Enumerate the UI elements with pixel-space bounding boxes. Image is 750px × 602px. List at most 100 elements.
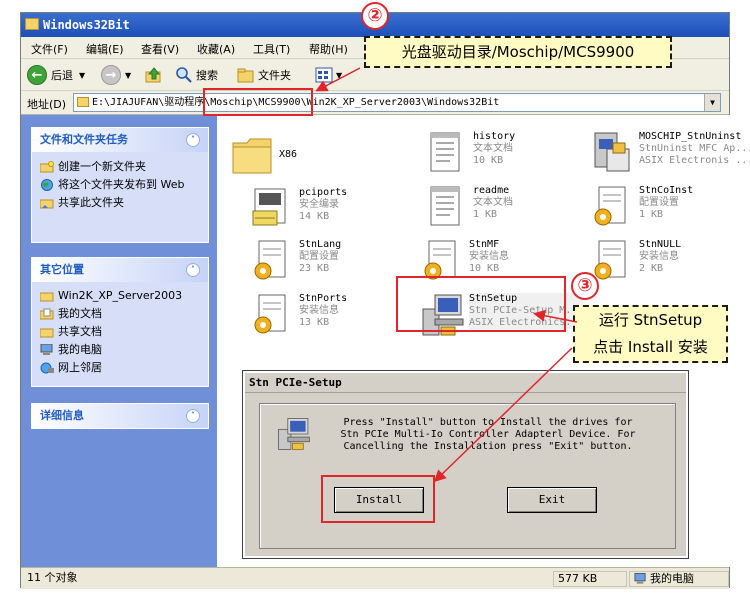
folders-label: 文件夹 bbox=[258, 69, 291, 82]
collapse-icon[interactable]: ˄ bbox=[186, 263, 200, 277]
shared-folder-icon bbox=[40, 199, 54, 209]
up-folder-button[interactable] bbox=[145, 63, 166, 87]
exit-button[interactable]: Exit bbox=[507, 487, 597, 513]
status-location: 我的电脑 bbox=[629, 571, 729, 587]
menu-tools[interactable]: 工具(T) bbox=[253, 41, 290, 57]
file-type: 配置设置 bbox=[639, 197, 679, 208]
dialog-title[interactable]: Stn PCIe-Setup bbox=[245, 373, 686, 393]
my-documents-icon bbox=[40, 308, 54, 320]
place-my-documents[interactable]: 我的文档 bbox=[32, 305, 208, 323]
forward-button[interactable]: → ▼ bbox=[101, 63, 131, 87]
new-folder-link[interactable]: 创建一个新文件夹 bbox=[32, 158, 208, 176]
status-location-label: 我的电脑 bbox=[650, 572, 694, 585]
file-item-pciports[interactable]: pciports 安全编录 14 KB bbox=[251, 185, 416, 237]
file-tasks-header[interactable]: 文件和文件夹任务 ˄ bbox=[32, 128, 208, 152]
file-name: StnCoInst bbox=[639, 185, 694, 196]
dialog-message: Press "Install" button to Install the dr… bbox=[340, 417, 636, 452]
chevron-down-icon: ▼ bbox=[125, 70, 132, 80]
file-item-readme[interactable]: readme 文本文档 1 KB bbox=[425, 183, 590, 235]
step-2-marker: ② bbox=[361, 2, 389, 30]
share-folder-label: 共享此文件夹 bbox=[58, 196, 124, 209]
address-dropdown-icon[interactable]: ▼ bbox=[704, 94, 720, 111]
file-size: 13 KB bbox=[299, 317, 330, 328]
file-size: 2 KB bbox=[639, 263, 664, 274]
publish-web-link[interactable]: 将这个文件夹发布到 Web bbox=[32, 176, 208, 194]
place-label: 共享文档 bbox=[58, 325, 102, 338]
folder-icon bbox=[25, 18, 39, 30]
menu-view[interactable]: 查看(V) bbox=[141, 41, 179, 57]
file-name: MOSCHIP_StnUninst bbox=[639, 131, 742, 142]
file-item-stnnull[interactable]: StnNULL 安装信息 2 KB bbox=[591, 237, 750, 289]
address-bar: 地址(D) E:\JIAJUFAN\驱动程序\Moschip\MCS9900\W… bbox=[21, 91, 729, 115]
install-highlight-box bbox=[321, 475, 435, 523]
status-size: 577 KB bbox=[553, 571, 627, 587]
file-item-stncoinst[interactable]: StnCoInst 配置设置 1 KB bbox=[591, 183, 750, 235]
back-label: 后退 bbox=[51, 69, 73, 82]
folders-button[interactable]: 文件夹 bbox=[237, 63, 291, 87]
file-name: X86 bbox=[279, 149, 298, 160]
step-3-marker: ③ bbox=[571, 272, 599, 300]
computer-icon bbox=[634, 573, 646, 584]
file-item-x86[interactable]: X86 bbox=[231, 131, 396, 183]
other-places-header[interactable]: 其它位置 ˄ bbox=[32, 258, 208, 282]
file-type: 安装信息 bbox=[299, 305, 339, 316]
share-folder-link[interactable]: 共享此文件夹 bbox=[32, 194, 208, 212]
views-icon bbox=[315, 67, 333, 83]
file-tasks-title: 文件和文件夹任务 bbox=[40, 133, 128, 146]
file-item-history[interactable]: history 文本文档 10 KB bbox=[425, 129, 590, 181]
address-input[interactable]: E:\JIAJUFAN\驱动程序\Moschip\MCS9900\Win2K_X… bbox=[73, 93, 721, 112]
views-button[interactable]: ▼ bbox=[315, 63, 342, 87]
menu-edit[interactable]: 编辑(E) bbox=[86, 41, 124, 57]
file-name: StnPorts bbox=[299, 293, 348, 304]
file-type: 文本文档 bbox=[473, 143, 513, 154]
place-network[interactable]: 网上邻居 bbox=[32, 359, 208, 377]
place-label: 我的电脑 bbox=[58, 343, 102, 356]
config-settings-icon bbox=[254, 240, 286, 280]
search-label: 搜索 bbox=[196, 69, 218, 82]
file-type: 文本文档 bbox=[473, 197, 513, 208]
chevron-down-icon: ▼ bbox=[79, 70, 86, 80]
file-item-stnports[interactable]: StnPorts 安装信息 13 KB bbox=[251, 291, 416, 343]
up-folder-icon bbox=[145, 67, 161, 83]
text-document-icon bbox=[430, 132, 460, 172]
status-bar: 11 个对象 577 KB 我的电脑 bbox=[21, 567, 729, 589]
place-label: Win2K_XP_Server2003 bbox=[58, 289, 183, 302]
file-size: 1 KB bbox=[639, 209, 664, 220]
setup-info-icon bbox=[254, 294, 286, 334]
new-folder-icon bbox=[40, 161, 54, 173]
config-settings-icon bbox=[594, 186, 626, 226]
file-item-stnlang[interactable]: StnLang 配置设置 23 KB bbox=[251, 237, 416, 289]
search-button[interactable]: 搜索 bbox=[175, 63, 218, 87]
forward-arrow-icon: → bbox=[101, 65, 121, 85]
file-type: 配置设置 bbox=[299, 251, 339, 262]
computer-icon bbox=[40, 344, 53, 355]
file-name: pciports bbox=[299, 187, 348, 198]
file-size: 14 KB bbox=[299, 211, 330, 222]
security-catalog-icon bbox=[252, 188, 286, 226]
task-pane: 文件和文件夹任务 ˄ 创建一个新文件夹 将这个文件夹发布到 Web 共享此文件夹… bbox=[21, 115, 217, 567]
file-name: StnNULL bbox=[639, 239, 682, 250]
expand-icon[interactable]: ˅ bbox=[186, 409, 200, 423]
details-header[interactable]: 详细信息 ˅ bbox=[32, 404, 208, 428]
other-places-panel: 其它位置 ˄ Win2K_XP_Server2003 我的文档 共享文档 我的电… bbox=[31, 257, 209, 387]
new-folder-label: 创建一个新文件夹 bbox=[58, 160, 146, 173]
place-my-computer[interactable]: 我的电脑 bbox=[32, 341, 208, 359]
collapse-icon[interactable]: ˄ bbox=[186, 133, 200, 147]
place-parent-folder[interactable]: Win2K_XP_Server2003 bbox=[32, 287, 208, 305]
back-button[interactable]: ← 后退 ▼ bbox=[27, 63, 85, 87]
menu-help[interactable]: 帮助(H) bbox=[309, 41, 348, 57]
file-item-moschip-stnuninst[interactable]: MOSCHIP_StnUninst StnUninst MFC Ap... ASIX… bbox=[589, 129, 750, 181]
chevron-down-icon: ▼ bbox=[336, 70, 343, 80]
place-shared-documents[interactable]: 共享文档 bbox=[32, 323, 208, 341]
file-company: ASIX Electronis ... bbox=[639, 155, 750, 166]
file-name: StnLang bbox=[299, 239, 342, 250]
menu-file[interactable]: 文件(F) bbox=[31, 41, 68, 57]
path-highlight-box bbox=[203, 88, 313, 116]
folders-icon bbox=[237, 68, 254, 83]
menu-favorites[interactable]: 收藏(A) bbox=[197, 41, 235, 57]
text-document-icon bbox=[430, 186, 460, 226]
uninstaller-icon bbox=[594, 132, 630, 172]
globe-icon bbox=[41, 179, 53, 191]
details-panel: 详细信息 ˅ bbox=[31, 403, 209, 429]
address-label: 地址(D) bbox=[27, 98, 67, 111]
